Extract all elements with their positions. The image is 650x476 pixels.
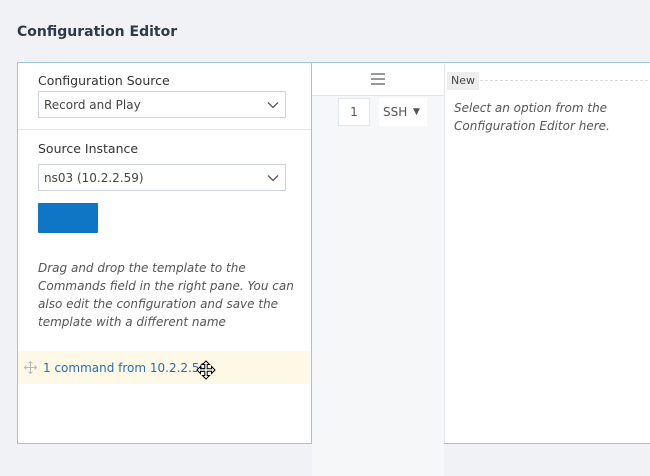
line-number: 1 xyxy=(338,98,370,126)
chevron-down-icon xyxy=(267,102,279,109)
protocol-value: SSH xyxy=(383,105,408,119)
configuration-source-label: Configuration Source xyxy=(38,73,170,88)
chevron-down-icon xyxy=(267,175,279,182)
drag-cursor-icon xyxy=(196,360,216,380)
hamburger-menu-icon[interactable] xyxy=(370,72,386,86)
command-list-item[interactable]: 1 command from 10.2.2.59 xyxy=(18,351,310,384)
template-source-pane: Configuration Source Record and Play Sou… xyxy=(18,63,312,443)
command-line-gutter xyxy=(312,95,444,476)
move-icon[interactable] xyxy=(24,361,37,374)
protocol-select[interactable]: SSH ▼ xyxy=(379,98,427,126)
source-instance-select[interactable]: ns03 (10.2.2.59) xyxy=(38,164,286,191)
tab-bar-line xyxy=(475,80,650,81)
configuration-source-select[interactable]: Record and Play xyxy=(38,91,286,118)
dropdown-caret-icon: ▼ xyxy=(413,107,420,117)
source-instance-label: Source Instance xyxy=(38,141,139,156)
editor-placeholder-hint: Select an option from the Configurati⁠on… xyxy=(454,101,610,133)
load-button[interactable] xyxy=(38,203,98,233)
drag-drop-hint: Drag and drop the template to the Comman… xyxy=(38,261,294,329)
configuration-editor-panel: Configuration Source Record and Play Sou… xyxy=(17,62,650,476)
configuration-source-value: Record and Play xyxy=(44,98,141,112)
commands-gutter-pane: 1 SSH ▼ xyxy=(312,63,445,476)
commands-editor-pane: New Select an option from the Configurat… xyxy=(445,63,650,443)
section-divider xyxy=(18,129,311,130)
source-instance-value: ns03 (10.2.2.59) xyxy=(44,171,144,185)
tab-new[interactable]: New xyxy=(447,72,479,90)
page-title: Configuration Editor xyxy=(17,24,178,40)
command-item-label[interactable]: 1 command from 10.2.2.59 xyxy=(43,361,207,375)
